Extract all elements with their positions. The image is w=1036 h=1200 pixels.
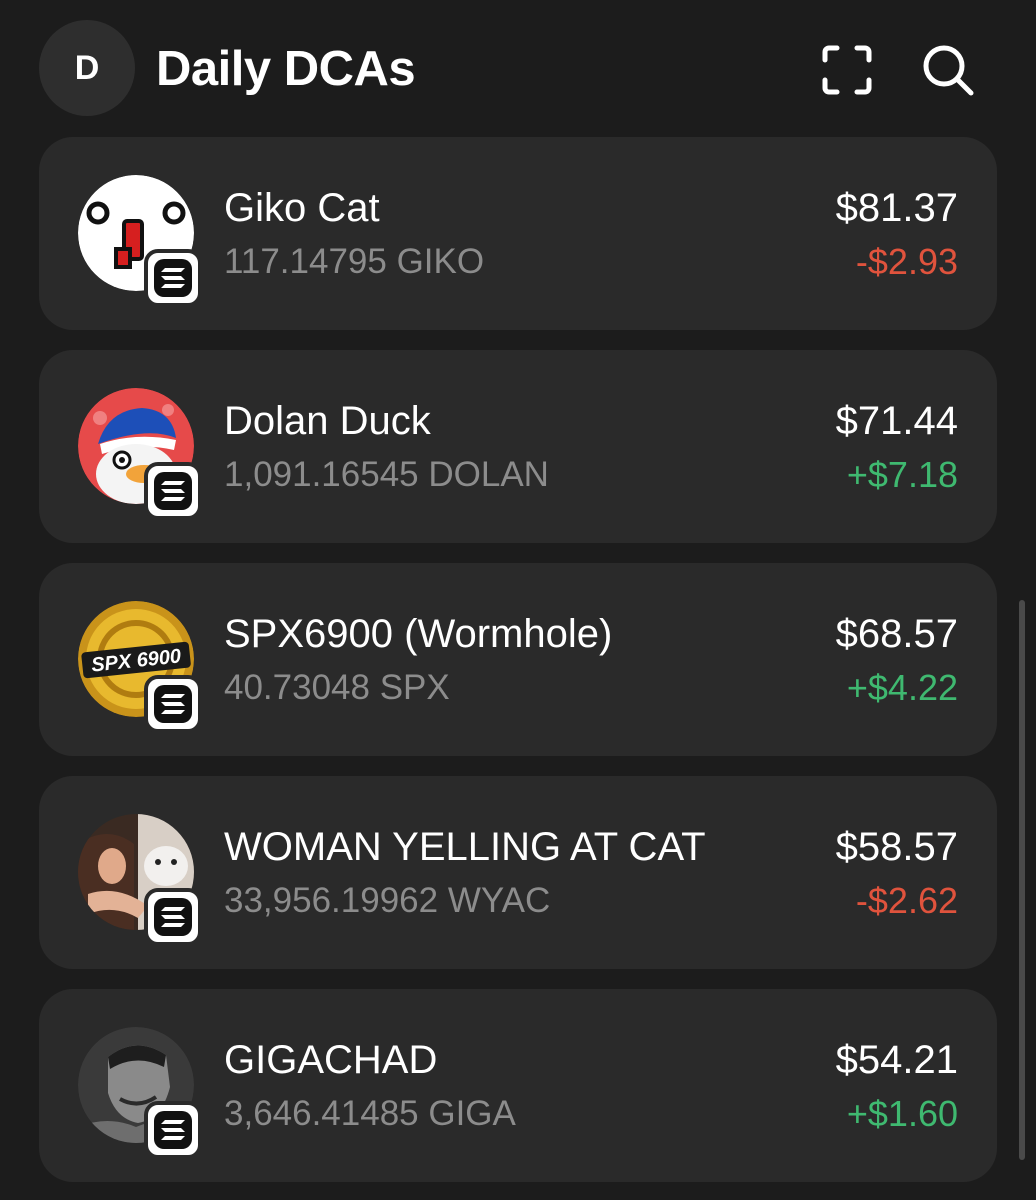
token-change: +$7.18 xyxy=(846,454,958,495)
token-name: SPX6900 (Wormhole) xyxy=(224,612,613,656)
token-amount: 117.14795 GIKO xyxy=(224,242,485,281)
spx6900-logo-icon: SPX 6900 xyxy=(78,601,202,733)
token-amount: 1,091.16545 DOLAN xyxy=(224,455,549,494)
gigachad-logo-icon xyxy=(78,1027,202,1159)
solana-icon xyxy=(144,675,202,733)
solana-icon xyxy=(144,1101,202,1159)
solana-icon xyxy=(144,888,202,946)
scan-frame-icon xyxy=(822,45,872,95)
list-item[interactable]: Dolan Duck 1,091.16545 DOLAN $71.44 +$7.… xyxy=(39,350,997,543)
dolan-duck-logo-icon xyxy=(78,388,202,520)
search-icon xyxy=(923,45,974,96)
token-value: $54.21 xyxy=(835,1038,958,1082)
token-name: GIGACHAD xyxy=(224,1038,438,1082)
avatar[interactable]: D xyxy=(39,20,135,116)
token-name: WOMAN YELLING AT CAT xyxy=(224,825,706,869)
solana-icon xyxy=(144,249,202,307)
token-change: +$4.22 xyxy=(846,667,958,708)
solana-icon xyxy=(144,462,202,520)
token-name: Dolan Duck xyxy=(224,399,431,443)
scrollbar[interactable] xyxy=(1019,600,1025,1160)
token-value: $71.44 xyxy=(835,399,958,443)
token-change: -$2.62 xyxy=(855,880,958,921)
list-item[interactable]: GIGACHAD 3,646.41485 GIGA $54.21 +$1.60 xyxy=(39,989,997,1182)
token-name: Giko Cat xyxy=(224,186,380,230)
list-item[interactable]: WOMAN YELLING AT CAT 33,956.19962 WYAC $… xyxy=(39,776,997,969)
token-change: -$2.93 xyxy=(855,241,958,282)
token-amount: 3,646.41485 GIGA xyxy=(224,1094,516,1133)
page-title: Daily DCAs xyxy=(156,42,416,96)
token-amount: 33,956.19962 WYAC xyxy=(224,881,551,920)
list-item[interactable]: Giko Cat 117.14795 GIKO $81.37 -$2.93 xyxy=(39,137,997,330)
token-value: $68.57 xyxy=(835,612,958,656)
scan-button[interactable] xyxy=(817,40,877,100)
search-button[interactable] xyxy=(918,40,978,100)
header: D Daily DCAs xyxy=(0,0,1036,136)
list-item[interactable]: SPX 6900 SPX6900 (Wormhole) 40.73048 SPX… xyxy=(39,563,997,756)
woman-yelling-at-cat-logo-icon xyxy=(78,814,202,946)
token-value: $58.57 xyxy=(835,825,958,869)
token-amount: 40.73048 SPX xyxy=(224,668,450,707)
token-value: $81.37 xyxy=(835,186,958,230)
token-change: +$1.60 xyxy=(846,1093,958,1134)
dca-token-list: Giko Cat 117.14795 GIKO $81.37 -$2.93 Do… xyxy=(39,137,997,1200)
daily-dcas-screen: D Daily DCAs Giko Cat 117.14795 GIKO $81… xyxy=(0,0,1036,1200)
giko-cat-logo-icon xyxy=(78,175,202,307)
